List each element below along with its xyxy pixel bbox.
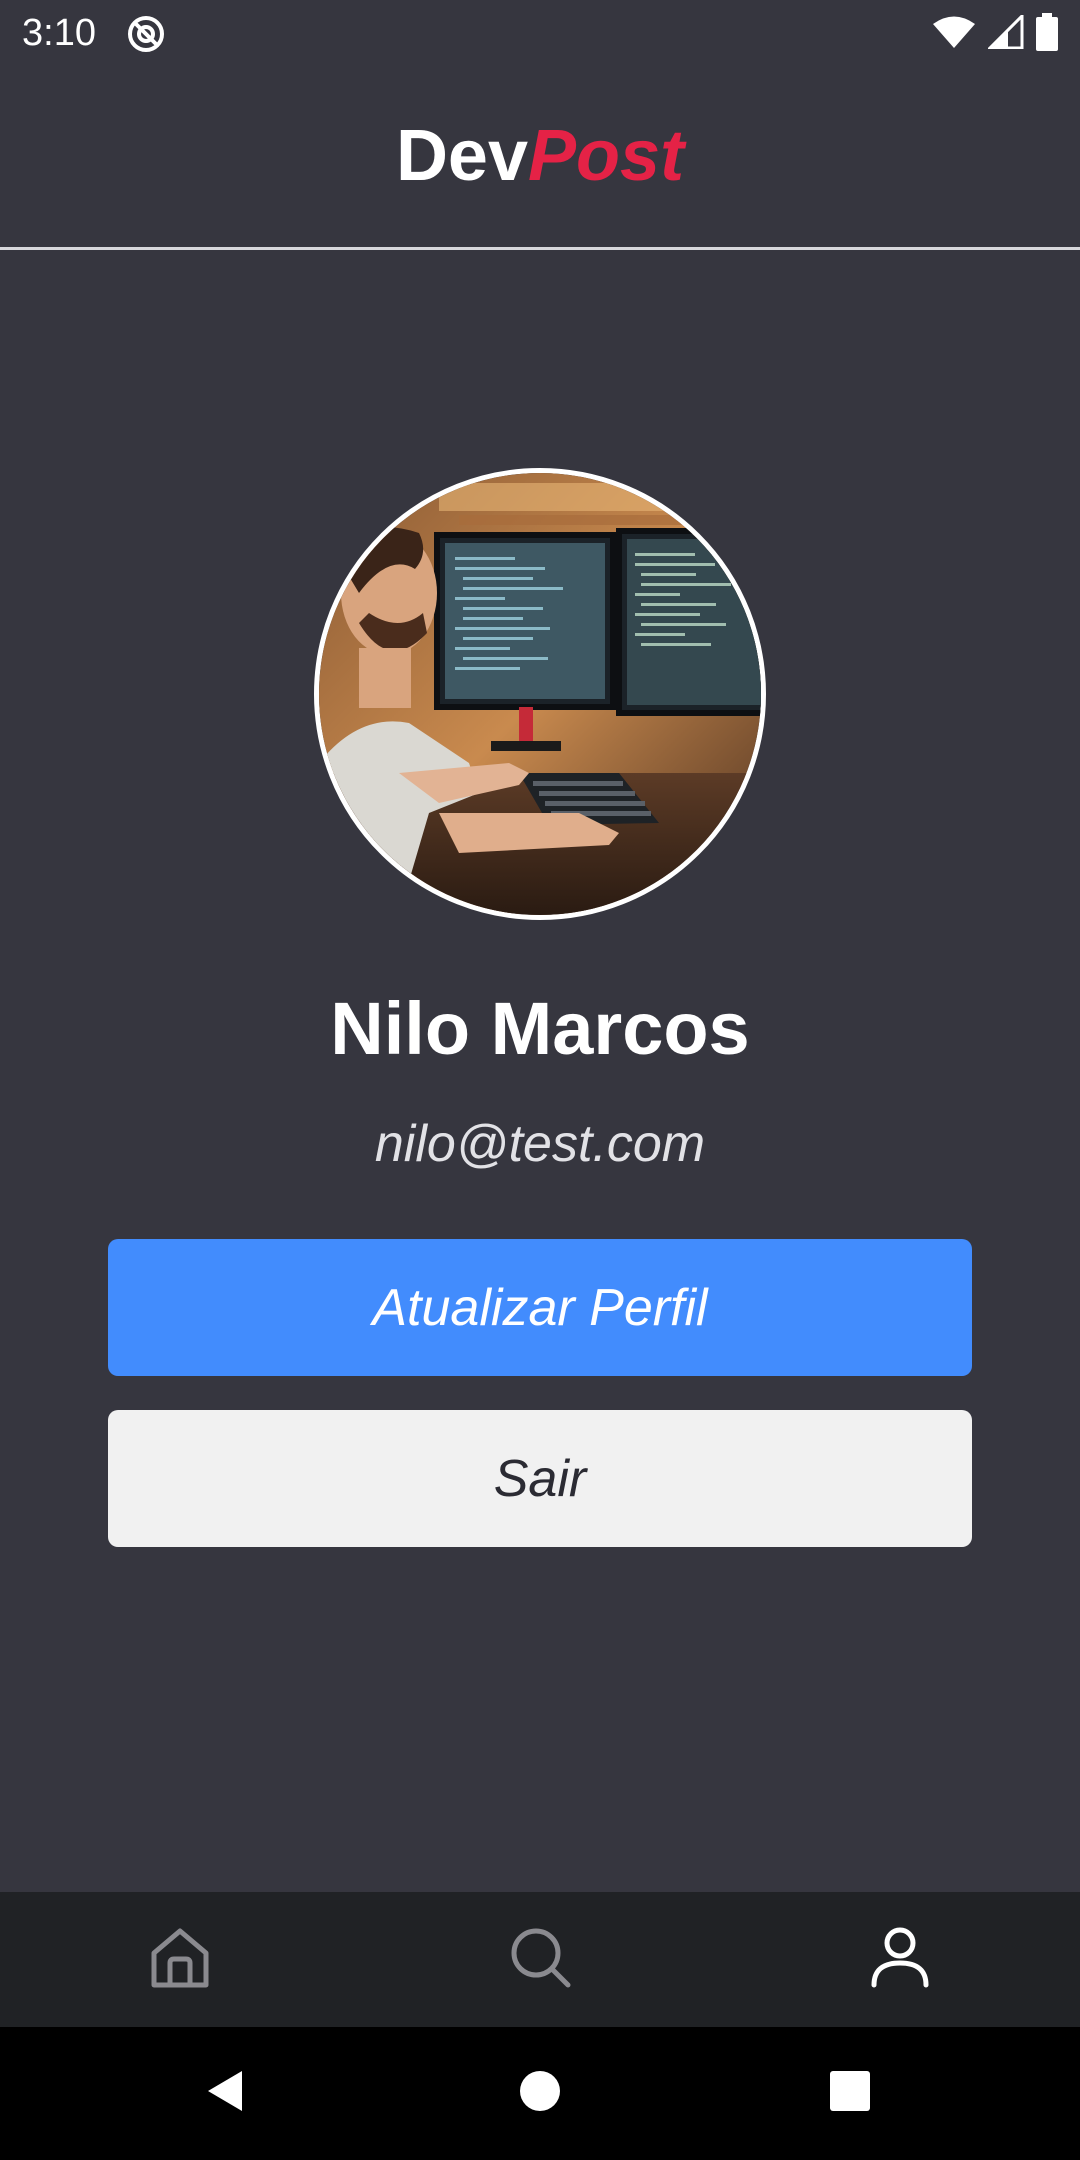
tab-home[interactable]	[80, 1892, 280, 2027]
back-icon	[202, 2067, 250, 2120]
tab-profile[interactable]	[800, 1892, 1000, 2027]
logout-button[interactable]: Sair	[108, 1410, 972, 1547]
status-icons	[932, 11, 1058, 56]
status-time: 3:10	[22, 12, 96, 54]
wifi-icon	[932, 15, 976, 54]
recents-icon	[828, 2069, 872, 2118]
signal-icon	[986, 11, 1024, 54]
search-icon	[508, 1925, 572, 1994]
avatar[interactable]	[314, 468, 766, 920]
sync-icon	[126, 14, 166, 54]
brand-post: Post	[528, 116, 685, 196]
user-icon	[868, 1925, 932, 1994]
system-nav-bar	[0, 2027, 1080, 2160]
tab-search[interactable]	[440, 1892, 640, 2027]
home-circle-icon	[518, 2069, 562, 2118]
status-bar: 3:10	[0, 0, 1080, 66]
nav-recents-button[interactable]	[810, 2053, 890, 2133]
update-profile-button[interactable]: Atualizar Perfil	[108, 1239, 972, 1376]
home-icon	[148, 1925, 212, 1994]
battery-icon	[1036, 12, 1058, 56]
nav-back-button[interactable]	[186, 2053, 266, 2133]
brand-dev: Dev	[395, 116, 529, 196]
app-header: DevPost	[0, 66, 1080, 250]
nav-home-button[interactable]	[500, 2053, 580, 2133]
user-email: nilo@test.com	[374, 1115, 706, 1173]
bottom-tab-bar	[0, 1892, 1080, 2027]
user-name: Nilo Marcos	[330, 987, 750, 1070]
brand-logo: DevPost	[0, 120, 1080, 192]
